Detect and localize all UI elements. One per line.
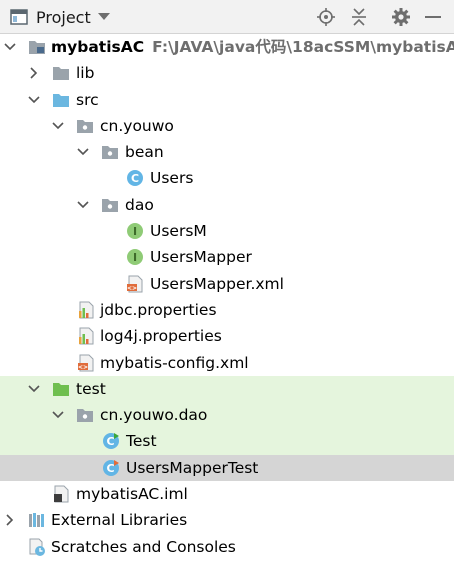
folder-icon (52, 64, 70, 82)
tree-item-label: log4j.properties (100, 327, 222, 346)
tree-item-cn-youwo-dao[interactable]: cn.youwo.dao (0, 402, 454, 429)
xml-file-icon: <> (77, 354, 95, 372)
minimize-icon[interactable] (425, 16, 441, 19)
properties-file-icon (77, 327, 95, 345)
tree-item-mybatisac[interactable]: mybatisAC F:\JAVA\java代码\18acSSM\mybatisA… (0, 34, 454, 60)
project-tree: mybatisAC F:\JAVA\java代码\18acSSM\mybatisA… (0, 34, 454, 560)
tree-item-label: cn.youwo (100, 116, 174, 135)
tree-item-label: Scratches and Consoles (51, 537, 236, 556)
tree-item-usersmappertest[interactable]: C UsersMapperTest (0, 454, 454, 482)
project-view-icon (10, 9, 28, 25)
tree-item-label: bean (125, 143, 164, 162)
tree-item-scratches-and-consoles[interactable]: Scratches and Consoles (0, 534, 454, 560)
svg-text:I: I (133, 251, 137, 264)
tree-item-log4j-properties[interactable]: log4j.properties (0, 323, 454, 349)
tree-item-label: src (76, 90, 99, 109)
tree-item-label: UsersMapper (150, 248, 252, 267)
test-class-icon: C (102, 432, 120, 450)
properties-file-icon (77, 301, 95, 319)
tree-item-label: cn.youwo.dao (100, 406, 208, 425)
tree-item-label: jdbc.properties (100, 300, 217, 319)
interface-icon: I (126, 222, 144, 240)
source-folder-icon (52, 91, 70, 109)
chevron-right-icon[interactable] (4, 514, 16, 526)
chevron-down-icon[interactable] (77, 199, 89, 211)
chevron-down-icon[interactable] (4, 41, 16, 53)
tree-item-lib[interactable]: lib (0, 60, 454, 86)
tree-item-bean[interactable]: bean (0, 139, 454, 165)
chevron-down-icon[interactable] (52, 120, 64, 132)
svg-text:C: C (131, 172, 139, 185)
collapse-all-icon[interactable] (351, 8, 367, 26)
project-tool-window-header: Project (0, 0, 454, 34)
tree-item-src[interactable]: src (0, 87, 454, 113)
chevron-down-icon[interactable] (28, 383, 40, 395)
tree-item-usersmapper[interactable]: I UsersMapper (0, 244, 454, 270)
chevron-right-icon[interactable] (28, 67, 40, 79)
tree-item-test[interactable]: test (0, 375, 454, 403)
package-icon (76, 117, 94, 135)
tree-item-label: UsersMapper.xml (150, 274, 284, 293)
chevron-down-icon[interactable] (28, 94, 40, 106)
tree-item-label: External Libraries (51, 511, 188, 530)
package-icon (76, 406, 94, 424)
xml-file-icon: <> (126, 275, 144, 293)
tree-item-usersm[interactable]: I UsersM (0, 218, 454, 244)
settings-icon[interactable] (392, 8, 410, 26)
tool-window-title[interactable]: Project (36, 8, 91, 27)
tree-item-label: UsersM (150, 222, 207, 241)
tree-item-label: mybatisAC.iml (76, 485, 188, 504)
tree-item-usersmapper-xml[interactable]: <> UsersMapper.xml (0, 271, 454, 297)
tree-item-mybatis-config-xml[interactable]: <> mybatis-config.xml (0, 350, 454, 376)
svg-text:C: C (106, 435, 114, 448)
tree-item-label: UsersMapperTest (126, 458, 259, 477)
tree-item-jdbc-properties[interactable]: jdbc.properties (0, 297, 454, 323)
tree-item-label: dao (125, 195, 154, 214)
module-path: F:\JAVA\java代码\18acSSM\mybatisAC (152, 38, 454, 56)
libraries-icon (28, 511, 46, 529)
tree-item-label: mybatisAC (51, 38, 145, 56)
dropdown-arrow-icon[interactable] (98, 13, 110, 21)
locate-icon[interactable] (317, 8, 335, 26)
tree-item-test-class[interactable]: C Test (0, 428, 454, 455)
package-icon (101, 196, 119, 214)
chevron-down-icon[interactable] (77, 146, 89, 158)
module-file-icon (52, 485, 70, 503)
svg-text:C: C (106, 462, 114, 475)
class-icon: C (126, 169, 144, 187)
svg-text:<>: <> (127, 285, 137, 292)
tree-item-dao[interactable]: dao (0, 192, 454, 218)
tree-item-label: lib (76, 64, 95, 83)
tree-item-users[interactable]: C Users (0, 165, 454, 191)
test-folder-icon (52, 380, 70, 398)
svg-text:<>: <> (78, 364, 88, 371)
package-icon (101, 143, 119, 161)
svg-text:I: I (133, 225, 137, 238)
scratches-icon (28, 538, 46, 556)
chevron-down-icon[interactable] (52, 409, 64, 421)
tree-item-label: Test (126, 432, 157, 451)
tree-item-label: test (76, 379, 106, 398)
module-folder-icon (28, 38, 46, 56)
interface-icon: I (126, 248, 144, 266)
tree-item-label: mybatis-config.xml (100, 353, 249, 372)
test-class-icon: C (102, 459, 120, 477)
tree-item-external-libraries[interactable]: External Libraries (0, 507, 454, 533)
tree-item-cn-youwo[interactable]: cn.youwo (0, 113, 454, 139)
tree-item-mybatisac-iml[interactable]: mybatisAC.iml (0, 481, 454, 507)
tree-item-label: Users (150, 169, 194, 188)
